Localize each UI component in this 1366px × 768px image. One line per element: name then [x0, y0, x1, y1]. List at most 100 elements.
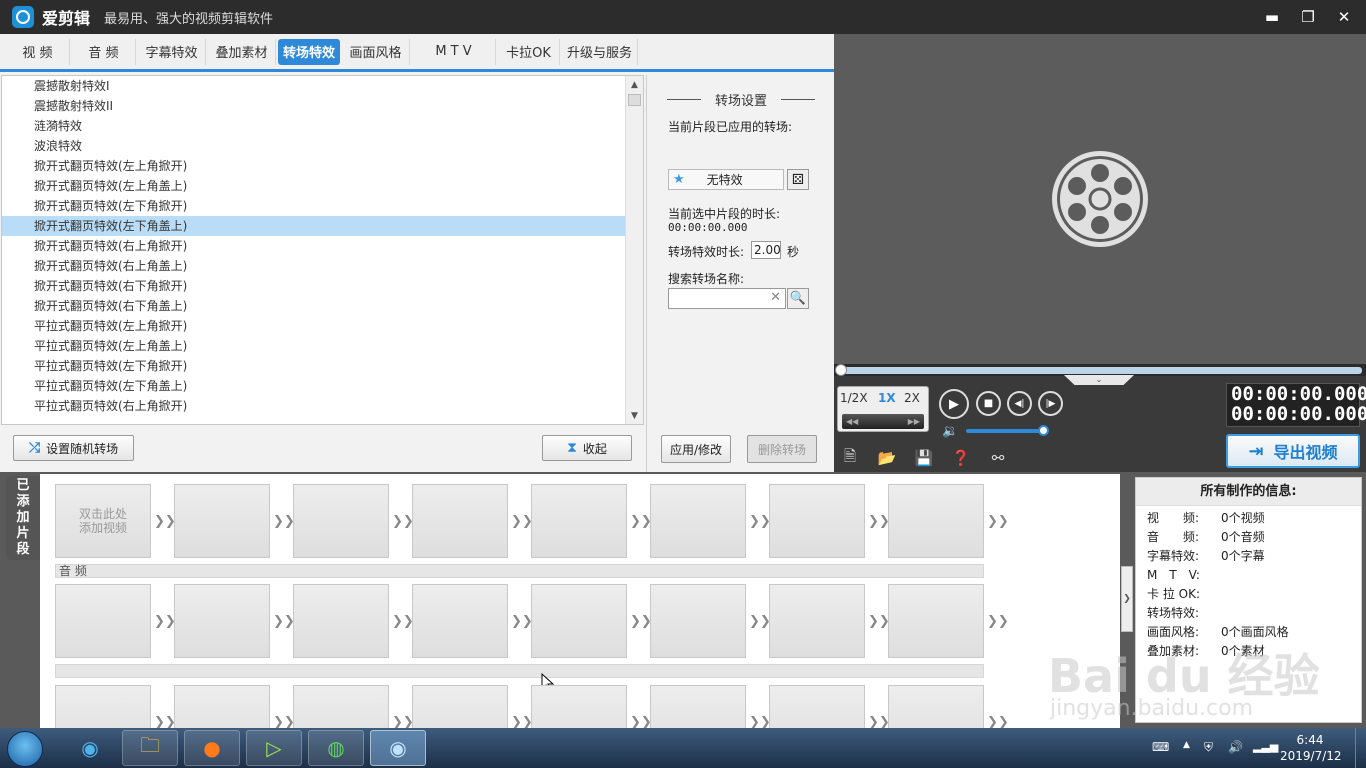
- taskbar-media-app[interactable]: ▷: [246, 730, 302, 766]
- transition-arrow-icon[interactable]: ❯❯: [630, 514, 652, 529]
- clip-slot[interactable]: [293, 484, 389, 558]
- transition-arrow-icon[interactable]: ❯❯: [630, 614, 652, 629]
- tab-audio[interactable]: 音 频: [72, 38, 136, 65]
- transition-arrow-icon[interactable]: ❯❯: [868, 715, 890, 728]
- transition-arrow-icon[interactable]: ❯❯: [392, 514, 414, 529]
- transition-list-item[interactable]: 掀开式翻页特效(左下角盖上): [2, 216, 626, 236]
- added-clips-tab[interactable]: 已 添 加 片 段: [6, 476, 40, 560]
- help-icon[interactable]: ❓: [951, 449, 971, 467]
- clip-slot[interactable]: [888, 484, 984, 558]
- transition-list-item[interactable]: 掀开式翻页特效(左上角掀开): [2, 156, 626, 176]
- scroll-down-icon[interactable]: ▼: [626, 407, 643, 424]
- transition-arrow-icon[interactable]: ❯❯: [987, 514, 1009, 529]
- clip-slot[interactable]: [412, 685, 508, 728]
- transition-arrow-icon[interactable]: ❯❯: [868, 614, 890, 629]
- clip-slot[interactable]: [412, 484, 508, 558]
- tab-karaoke[interactable]: 卡拉OK: [498, 38, 560, 65]
- tray-expand-icon[interactable]: ▲: [1183, 740, 1190, 750]
- transition-arrow-icon[interactable]: ❯❯: [987, 715, 1009, 728]
- transition-arrow-icon[interactable]: ❯❯: [511, 614, 533, 629]
- tab-picture-style[interactable]: 画面风格: [342, 38, 410, 65]
- taskbar-browser[interactable]: ◍: [308, 730, 364, 766]
- clip-slot[interactable]: [650, 685, 746, 728]
- clip-slot[interactable]: [55, 685, 151, 728]
- transition-list-item[interactable]: 涟漪特效: [2, 116, 626, 136]
- seek-handle[interactable]: [835, 364, 847, 376]
- transition-arrow-icon[interactable]: ❯❯: [273, 614, 295, 629]
- start-button[interactable]: [7, 731, 43, 767]
- next-frame-button[interactable]: |▶: [1038, 391, 1063, 416]
- taskbar-aijianji-pin[interactable]: ◉: [62, 730, 118, 766]
- speed-1x[interactable]: 1X: [878, 391, 896, 405]
- effect-duration-input[interactable]: 2.00: [751, 241, 781, 259]
- show-desktop-button[interactable]: [1355, 728, 1366, 768]
- apply-modify-button[interactable]: 应用/修改: [661, 435, 731, 463]
- speed-half[interactable]: 1/2X: [840, 391, 868, 405]
- transition-arrow-icon[interactable]: ❯❯: [987, 614, 1009, 629]
- clip-slot[interactable]: [531, 685, 627, 728]
- taskbar-aijianji-running[interactable]: ◉: [370, 730, 426, 766]
- transition-list-item[interactable]: 掀开式翻页特效(右上角掀开): [2, 236, 626, 256]
- scroll-thumb[interactable]: [628, 94, 641, 106]
- tab-transition-effects[interactable]: 转场特效: [278, 38, 340, 65]
- transition-list-item[interactable]: 震撼散射特效II: [2, 96, 626, 116]
- new-project-icon[interactable]: 🗎: [840, 447, 860, 467]
- transition-list-item[interactable]: 平拉式翻页特效(左下角盖上): [2, 376, 626, 396]
- scroll-up-icon[interactable]: ▲: [626, 76, 643, 93]
- keyboard-icon[interactable]: ⌨: [1152, 740, 1169, 754]
- restore-button[interactable]: ❐: [1296, 6, 1320, 28]
- share-icon[interactable]: ⚯: [988, 449, 1008, 467]
- search-button[interactable]: 🔍: [787, 288, 809, 309]
- export-video-button[interactable]: ⇥ 导出视频: [1226, 434, 1360, 468]
- security-tray-icon[interactable]: ⛨: [1204, 740, 1213, 755]
- clip-slot[interactable]: [412, 584, 508, 658]
- list-scrollbar[interactable]: ▲ ▼: [625, 76, 643, 424]
- clip-slot[interactable]: [293, 584, 389, 658]
- clip-slot[interactable]: [55, 584, 151, 658]
- clip-slot[interactable]: [650, 584, 746, 658]
- tab-video[interactable]: 视 频: [6, 38, 70, 65]
- transition-list-item[interactable]: 波浪特效: [2, 136, 626, 156]
- transition-arrow-icon[interactable]: ❯❯: [511, 715, 533, 728]
- transition-arrow-icon[interactable]: ❯❯: [273, 715, 295, 728]
- transition-arrow-icon[interactable]: ❯❯: [154, 715, 176, 728]
- random-dice-button[interactable]: ⚄: [787, 169, 809, 190]
- delete-transition-button[interactable]: 删除转场: [747, 435, 817, 463]
- clip-slot[interactable]: [174, 685, 270, 728]
- clip-slot[interactable]: [769, 484, 865, 558]
- speaker-tray-icon[interactable]: 🔊: [1228, 740, 1243, 754]
- network-signal-icon[interactable]: ▂▃▅: [1253, 740, 1278, 753]
- transition-arrow-icon[interactable]: ❯❯: [273, 514, 295, 529]
- tab-overlay-materials[interactable]: 叠加素材: [208, 38, 276, 65]
- transition-arrow-icon[interactable]: ❯❯: [154, 614, 176, 629]
- transition-arrow-icon[interactable]: ❯❯: [749, 715, 771, 728]
- transition-list-item[interactable]: 平拉式翻页特效(左下角掀开): [2, 356, 626, 376]
- transition-arrow-icon[interactable]: ❯❯: [511, 514, 533, 529]
- transition-list-item[interactable]: 平拉式翻页特效(左上角盖上): [2, 336, 626, 356]
- transition-list-item[interactable]: 掀开式翻页特效(右下角掀开): [2, 276, 626, 296]
- transition-arrow-icon[interactable]: ❯❯: [392, 614, 414, 629]
- clear-icon[interactable]: ✕: [770, 290, 781, 305]
- transition-arrow-icon[interactable]: ❯❯: [630, 715, 652, 728]
- transition-list-item[interactable]: 掀开式翻页特效(右下角盖上): [2, 296, 626, 316]
- tab-mtv[interactable]: M T V: [412, 38, 496, 65]
- tab-upgrade-service[interactable]: 升级与服务: [562, 38, 638, 65]
- clip-slot[interactable]: [293, 685, 389, 728]
- clip-slot[interactable]: [174, 584, 270, 658]
- seek-bar[interactable]: [840, 367, 1362, 374]
- taskbar-explorer[interactable]: 🗀: [122, 730, 178, 766]
- transition-list-item[interactable]: 掀开式翻页特效(左下角掀开): [2, 196, 626, 216]
- transition-arrow-icon[interactable]: ❯❯: [868, 514, 890, 529]
- transition-list-item[interactable]: 掀开式翻页特效(左上角盖上): [2, 176, 626, 196]
- clip-slot[interactable]: [888, 685, 984, 728]
- random-transition-button[interactable]: ⤮ 设置随机转场: [13, 435, 134, 461]
- jog-wheel[interactable]: ◀◀ ▶▶: [842, 414, 924, 429]
- volume-slider[interactable]: [966, 429, 1044, 433]
- info-collapse-handle[interactable]: ❯: [1121, 566, 1133, 632]
- minimize-button[interactable]: ▬: [1260, 6, 1284, 28]
- speed-2x[interactable]: 2X: [904, 391, 920, 405]
- volume-handle[interactable]: [1038, 425, 1049, 436]
- clip-slot[interactable]: [650, 484, 746, 558]
- search-transition-input[interactable]: ✕: [668, 288, 786, 309]
- close-button[interactable]: ✕: [1332, 6, 1356, 28]
